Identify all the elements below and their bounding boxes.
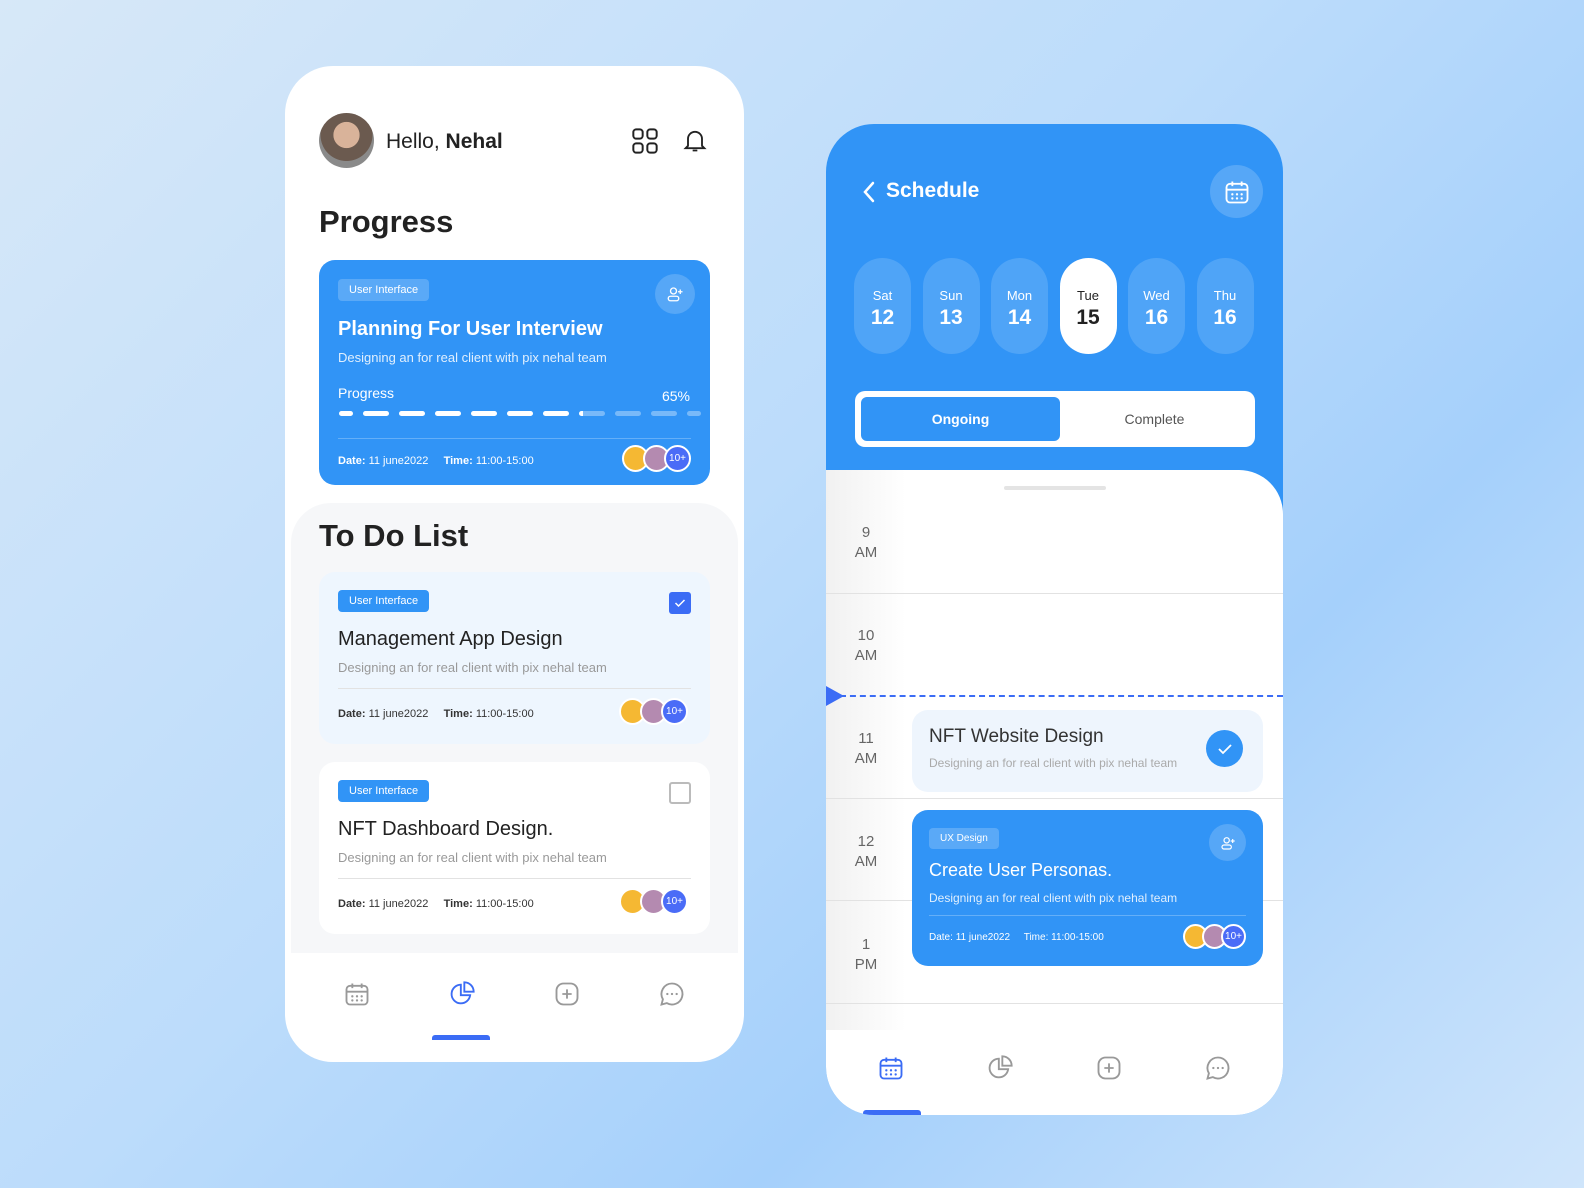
category-tag: UX Design [929, 828, 999, 849]
stats-icon[interactable] [448, 980, 476, 1008]
time-label: 9 AM [854, 524, 878, 561]
member-avatars[interactable]: 10+ [619, 888, 688, 915]
todo-title: Management App Design [338, 628, 563, 650]
progress-segment [435, 411, 461, 416]
todo-card[interactable]: User Interface Management App Design Des… [319, 572, 710, 744]
drag-handle[interactable] [1004, 486, 1106, 490]
check-icon[interactable] [1206, 730, 1243, 767]
todo-heading: To Do List [319, 518, 469, 553]
back-arrow-icon[interactable] [860, 180, 878, 204]
add-icon[interactable] [1095, 1054, 1123, 1082]
greeting: Hello, Nehal [386, 130, 503, 153]
progress-segment [399, 411, 425, 416]
progress-screen: Hello, Nehal Progress User Interface Pla… [285, 66, 744, 1062]
event-card-active[interactable]: UX Design Create User Personas. Designin… [912, 810, 1263, 966]
day-mon[interactable]: Mon 14 [991, 258, 1048, 354]
time-label: 1 PM [854, 936, 878, 973]
category-tag: User Interface [338, 780, 430, 802]
timeline: 9 AM 10 AM 11 AM 12 AM 1 PM NFT Website Design De… [826, 470, 1283, 1115]
event-subtitle: Designing an for real client with pix ne… [929, 756, 1178, 770]
card-title: Planning For User Interview [338, 318, 603, 340]
progress-card[interactable]: User Interface Planning For User Intervi… [319, 260, 710, 485]
chat-icon[interactable] [658, 980, 686, 1008]
tab-complete[interactable]: Complete [1060, 397, 1249, 441]
progress-segment [579, 411, 605, 416]
grid-menu-icon[interactable] [631, 127, 659, 155]
screen-title: Schedule [886, 179, 980, 202]
progress-segment [615, 411, 641, 416]
event-title: Create User Personas. [929, 860, 1113, 880]
schedule-screen: Schedule Sat 12 Sun 13 Mon 14 Tue 15 Wed 16 Thu 16 … [826, 124, 1283, 1115]
progress-segment [543, 411, 569, 416]
card-meta: Date: 11 june2022 Time: 11:00-15:00 [338, 455, 534, 467]
active-tab-indicator [863, 1110, 921, 1115]
calendar-button[interactable] [1210, 165, 1263, 218]
progress-segment [687, 411, 701, 416]
todo-subtitle: Designing an for real client with pix ne… [338, 660, 607, 675]
add-member-button[interactable] [1209, 824, 1246, 861]
check-icon [674, 599, 686, 608]
avatar[interactable] [319, 113, 374, 168]
day-thu[interactable]: Thu 16 [1196, 258, 1254, 354]
day-sun[interactable]: Sun 13 [922, 258, 980, 354]
time-label: 11 AM [854, 730, 878, 767]
todo-meta: Date: 11 june2022 Time: 11:00-15:00 [338, 708, 534, 720]
bell-icon[interactable] [681, 125, 709, 155]
member-avatars[interactable]: 10+ [622, 445, 691, 472]
event-title: NFT Website Design [929, 726, 1104, 747]
progress-segment [471, 411, 497, 416]
progress-label: Progress [338, 385, 395, 401]
calendar-icon[interactable] [343, 980, 371, 1008]
bottom-nav [836, 1045, 1273, 1090]
add-member-button[interactable] [655, 274, 695, 314]
progress-segment [651, 411, 677, 416]
todo-meta: Date: 11 june2022 Time: 11:00-15:00 [338, 898, 534, 910]
calendar-icon[interactable] [877, 1054, 905, 1082]
time-label: 10 AM [854, 627, 878, 664]
progress-segment [363, 411, 389, 416]
progress-heading: Progress [319, 204, 454, 239]
day-tue[interactable]: Tue 15 [1059, 258, 1117, 354]
active-tab-indicator [432, 1035, 490, 1040]
todo-checkbox[interactable] [669, 592, 691, 614]
day-wed[interactable]: Wed 16 [1128, 258, 1185, 354]
user-add-icon [666, 285, 684, 303]
tab-ongoing[interactable]: Ongoing [861, 397, 1060, 441]
progress-value: 65% [661, 388, 690, 404]
progress-bar [339, 411, 701, 416]
card-subtitle: Designing an for real client with pix ne… [338, 350, 607, 365]
todo-subtitle: Designing an for real client with pix ne… [338, 850, 607, 865]
time-label: 12 AM [854, 833, 878, 870]
category-tag: User Interface [338, 590, 430, 612]
member-avatars[interactable]: 10+ [1183, 924, 1246, 949]
progress-segment [507, 411, 533, 416]
progress-segment [339, 411, 353, 416]
todo-title: NFT Dashboard Design. [338, 818, 554, 840]
todo-checkbox[interactable] [669, 782, 691, 804]
event-card[interactable]: NFT Website Design Designing an for real… [912, 710, 1263, 792]
current-time-line [840, 695, 1283, 697]
add-icon[interactable] [553, 980, 581, 1008]
calendar-icon [1223, 178, 1251, 206]
event-meta: Date: 11 june2022 Time: 11:00-15:00 [929, 932, 1104, 943]
event-subtitle: Designing an for real client with pix ne… [929, 891, 1178, 905]
category-tag: User Interface [338, 279, 430, 301]
stats-icon[interactable] [986, 1054, 1014, 1082]
todo-card[interactable]: User Interface NFT Dashboard Design. Des… [319, 762, 710, 934]
day-sat[interactable]: Sat 12 [854, 258, 911, 354]
user-add-icon [1220, 835, 1236, 851]
status-tabs: Ongoing Complete [855, 391, 1255, 447]
chat-icon[interactable] [1204, 1054, 1232, 1082]
member-avatars[interactable]: 10+ [619, 698, 688, 725]
bottom-nav [305, 971, 724, 1016]
